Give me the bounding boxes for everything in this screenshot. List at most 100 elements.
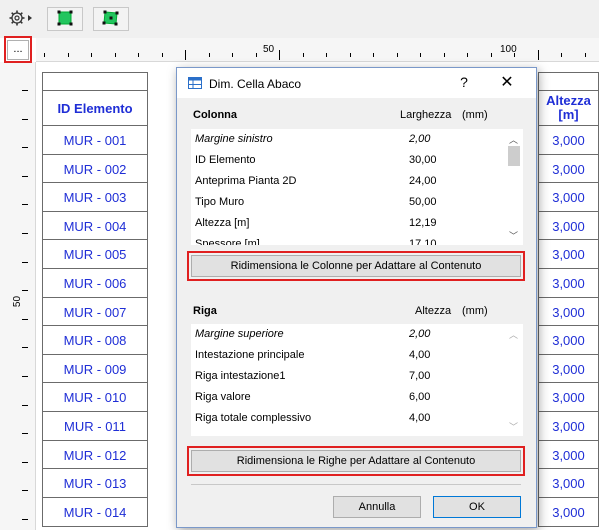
table-row-height[interactable]: 3,000 (538, 440, 599, 470)
column-size-row[interactable]: Altezza [m] 12,19 (195, 213, 495, 234)
table-row-id[interactable]: MUR - 002 (42, 154, 148, 184)
scroll-up-icon[interactable]: ︿ (509, 328, 518, 341)
row-height-value[interactable]: 2,00 (409, 328, 430, 340)
row-size-row[interactable]: Riga intestazione1 7,00 (195, 366, 495, 387)
table-row-height[interactable]: 3,000 (538, 468, 599, 498)
row-height-value[interactable]: 4,00 (409, 349, 430, 361)
table-row-height[interactable]: 3,000 (538, 354, 599, 384)
row-list-scrollbar[interactable]: ︿ ﹀ (506, 324, 521, 436)
row-size-row[interactable]: Riga valore 6,00 (195, 387, 495, 408)
row-size-row[interactable]: Riga totale complessivo 4,00 (195, 408, 495, 429)
column-header-height[interactable]: Altezza [m] (538, 90, 599, 126)
row-name: Riga valore (195, 391, 251, 403)
select-nodes-button[interactable] (93, 7, 129, 31)
table-row-height[interactable]: 3,000 (538, 182, 599, 212)
row-list[interactable]: Margine superiore 2,00 Intestazione prin… (191, 324, 523, 436)
table-row-id[interactable]: MUR - 010 (42, 382, 148, 412)
table-row-id[interactable]: MUR - 007 (42, 297, 148, 327)
column-header-id[interactable]: ID Elemento (42, 90, 148, 126)
row-name: Intestazione principale (195, 349, 305, 361)
column-name: Spessore [m] (195, 238, 260, 245)
table-row-height[interactable]: 3,000 (538, 325, 599, 355)
table-row-id[interactable]: MUR - 012 (42, 440, 148, 470)
ruler-tick (538, 50, 539, 60)
table-row-id[interactable]: MUR - 014 (42, 497, 148, 527)
ok-button[interactable]: OK (433, 496, 521, 518)
dialog-title-bar: Dim. Cella Abaco ? ✕ (177, 68, 536, 98)
row-height-value[interactable]: 7,00 (409, 370, 430, 382)
ruler-tick (22, 519, 28, 520)
column-size-row[interactable]: Spessore [m] 17,10 (195, 234, 495, 245)
ruler-tick (91, 53, 92, 57)
ruler-tick (44, 53, 45, 57)
ruler-tick (138, 53, 139, 57)
ruler-tick (397, 53, 398, 57)
row-section-header: Riga (193, 305, 217, 317)
ruler-tick (22, 147, 28, 148)
close-icon[interactable]: ✕ (497, 72, 517, 92)
scroll-down-icon[interactable]: ﹀ (509, 420, 518, 433)
help-button[interactable]: ? (456, 74, 472, 90)
table-row-id[interactable]: MUR - 008 (42, 325, 148, 355)
cancel-button[interactable]: Annulla (333, 496, 421, 518)
table-row-id[interactable]: MUR - 006 (42, 268, 148, 298)
table-row-id[interactable]: MUR - 013 (42, 468, 148, 498)
row-size-row[interactable]: Margine superiore 2,00 (195, 324, 495, 345)
column-name: Tipo Muro (195, 196, 245, 208)
ruler-tick (68, 53, 69, 57)
ruler-tick (22, 433, 28, 434)
column-size-row[interactable]: Margine sinistro 2,00 (195, 129, 495, 150)
table-row-id[interactable]: MUR - 003 (42, 182, 148, 212)
row-size-row[interactable]: Intestazione principale 4,00 (195, 345, 495, 366)
table-row-height[interactable]: 3,000 (538, 239, 599, 269)
table-row-height[interactable]: 3,000 (538, 125, 599, 155)
table-row-id[interactable]: MUR - 009 (42, 354, 148, 384)
select-rectangle-button[interactable] (47, 7, 83, 31)
table-row-height[interactable]: 3,000 (538, 497, 599, 527)
table-header-blank (42, 72, 148, 91)
table-row-id[interactable]: MUR - 001 (42, 125, 148, 155)
scroll-up-icon[interactable]: ︿ (509, 133, 518, 146)
column-width-value[interactable]: 12,19 (409, 217, 437, 229)
table-row-height[interactable]: 3,000 (538, 211, 599, 241)
column-width-value[interactable]: 24,00 (409, 175, 437, 187)
column-size-row[interactable]: Anteprima Pianta 2D 24,00 (195, 171, 495, 192)
table-row-height[interactable]: 3,000 (538, 411, 599, 441)
column-name: ID Elemento (195, 154, 256, 166)
table-header-blank (538, 72, 599, 91)
ruler-label-50: 50 (263, 44, 275, 55)
table-row-id[interactable]: MUR - 004 (42, 211, 148, 241)
table-row-height[interactable]: 3,000 (538, 154, 599, 184)
column-width-value[interactable]: 50,00 (409, 196, 437, 208)
toolbar (0, 0, 599, 38)
scroll-down-icon[interactable]: ﹀ (509, 229, 518, 242)
table-row-id[interactable]: MUR - 011 (42, 411, 148, 441)
dialog-table-icon (188, 77, 202, 89)
scroll-thumb[interactable] (508, 146, 520, 166)
table-row-height[interactable]: 3,000 (538, 268, 599, 298)
table-row-height[interactable]: 3,000 (538, 382, 599, 412)
dialog-title: Dim. Cella Abaco (209, 77, 302, 91)
column-size-row[interactable]: Tipo Muro 50,00 (195, 192, 495, 213)
column-width-value[interactable]: 2,00 (409, 133, 430, 145)
ruler-tick (350, 53, 351, 57)
ruler-tick (373, 53, 374, 57)
settings-button[interactable] (4, 7, 38, 31)
table-row-height[interactable]: 3,000 (538, 297, 599, 327)
column-size-row[interactable]: ID Elemento 30,00 (195, 150, 495, 171)
table-row-id[interactable]: MUR - 005 (42, 239, 148, 269)
column-width-value[interactable]: 30,00 (409, 154, 437, 166)
ruler-tick (185, 50, 186, 60)
gear-icon (8, 9, 34, 30)
column-name: Margine sinistro (195, 133, 273, 145)
column-list-scrollbar[interactable]: ︿ ﹀ (506, 129, 521, 245)
column-width-value[interactable]: 17,10 (409, 238, 437, 245)
ruler-label-100: 100 (500, 44, 517, 55)
ruler-tick (232, 53, 233, 57)
ruler-tick (467, 53, 468, 57)
ruler-tick (303, 53, 304, 57)
column-list[interactable]: Margine sinistro 2,00 ID Elemento 30,00 … (191, 129, 523, 245)
row-height-value[interactable]: 6,00 (409, 391, 430, 403)
row-height-value[interactable]: 4,00 (409, 412, 430, 424)
green-square-icon (57, 10, 73, 29)
